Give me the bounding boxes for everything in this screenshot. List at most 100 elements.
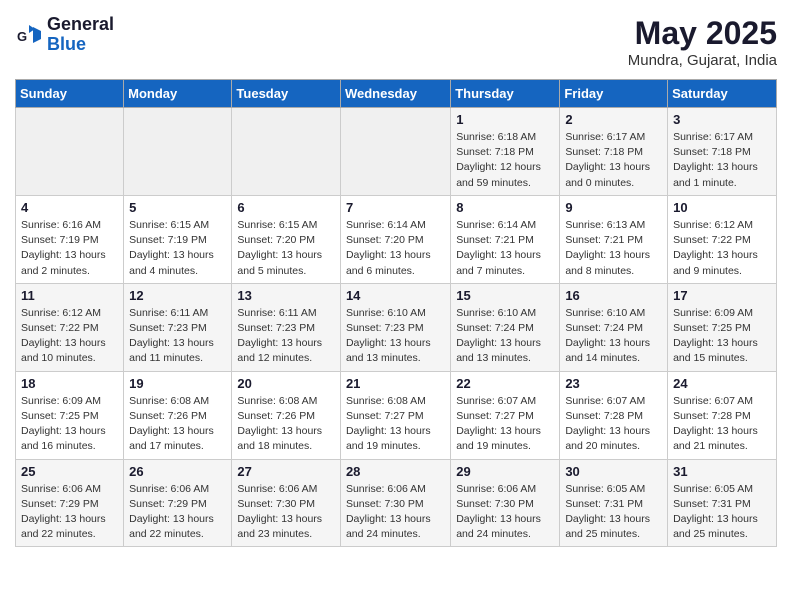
- day-info: Sunrise: 6:08 AMSunset: 7:26 PMDaylight:…: [129, 394, 226, 455]
- calendar-cell: 16 Sunrise: 6:10 AMSunset: 7:24 PMDayligh…: [560, 283, 668, 371]
- day-info: Sunrise: 6:08 AMSunset: 7:26 PMDaylight:…: [237, 394, 335, 455]
- day-info: Sunrise: 6:06 AMSunset: 7:30 PMDaylight:…: [456, 482, 554, 543]
- calendar-cell: 8 Sunrise: 6:14 AMSunset: 7:21 PMDaylight…: [451, 195, 560, 283]
- calendar-cell: 25Sunrise: 6:06 AMSunset: 7:29 PMDayligh…: [16, 459, 124, 547]
- day-info: Sunrise: 6:15 AMSunset: 7:20 PMDaylight:…: [237, 218, 335, 279]
- day-number: 18: [21, 376, 118, 391]
- calendar-cell: 27 Sunrise: 6:06 AMSunset: 7:30 PMDayligh…: [232, 459, 341, 547]
- calendar-cell: 14Sunrise: 6:10 AMSunset: 7:23 PMDayligh…: [340, 283, 450, 371]
- calendar-cell: 11 Sunrise: 6:12 AMSunset: 7:22 PMDayligh…: [16, 283, 124, 371]
- day-number: 31: [673, 464, 771, 479]
- calendar-cell: 12 Sunrise: 6:11 AMSunset: 7:23 PMDayligh…: [124, 283, 232, 371]
- calendar-cell: 26 Sunrise: 6:06 AMSunset: 7:29 PMDayligh…: [124, 459, 232, 547]
- calendar-cell: 22 Sunrise: 6:07 AMSunset: 7:27 PMDayligh…: [451, 371, 560, 459]
- day-number: 8: [456, 200, 554, 215]
- calendar-cell: 31 Sunrise: 6:05 AMSunset: 7:31 PMDayligh…: [668, 459, 777, 547]
- day-info: Sunrise: 6:14 AMSunset: 7:20 PMDaylight:…: [346, 218, 445, 279]
- day-info: Sunrise: 6:09 AMSunset: 7:25 PMDaylight:…: [673, 306, 771, 367]
- logo: G General Blue: [15, 15, 114, 55]
- day-info: Sunrise: 6:16 AMSunset: 7:19 PMDaylight:…: [21, 218, 118, 279]
- weekday-header-thursday: Thursday: [451, 80, 560, 108]
- day-number: 26: [129, 464, 226, 479]
- day-number: 22: [456, 376, 554, 391]
- day-info: Sunrise: 6:14 AMSunset: 7:21 PMDaylight:…: [456, 218, 554, 279]
- day-info: Sunrise: 6:15 AMSunset: 7:19 PMDaylight:…: [129, 218, 226, 279]
- day-info: Sunrise: 6:07 AMSunset: 7:27 PMDaylight:…: [456, 394, 554, 455]
- day-info: Sunrise: 6:08 AMSunset: 7:27 PMDaylight:…: [346, 394, 445, 455]
- day-info: Sunrise: 6:05 AMSunset: 7:31 PMDaylight:…: [673, 482, 771, 543]
- day-info: Sunrise: 6:10 AMSunset: 7:24 PMDaylight:…: [565, 306, 662, 367]
- calendar-cell: 30 Sunrise: 6:05 AMSunset: 7:31 PMDayligh…: [560, 459, 668, 547]
- logo-text-blue: Blue: [47, 35, 114, 55]
- calendar-cell: 2 Sunrise: 6:17 AMSunset: 7:18 PMDaylight…: [560, 108, 668, 196]
- day-number: 15: [456, 288, 554, 303]
- calendar-cell: 20Sunrise: 6:08 AMSunset: 7:26 PMDayligh…: [232, 371, 341, 459]
- calendar-cell: 18 Sunrise: 6:09 AMSunset: 7:25 PMDayligh…: [16, 371, 124, 459]
- day-number: 6: [237, 200, 335, 215]
- day-info: Sunrise: 6:07 AMSunset: 7:28 PMDaylight:…: [565, 394, 662, 455]
- calendar-cell: [124, 108, 232, 196]
- day-number: 12: [129, 288, 226, 303]
- day-number: 13: [237, 288, 335, 303]
- calendar-cell: 19Sunrise: 6:08 AMSunset: 7:26 PMDayligh…: [124, 371, 232, 459]
- day-info: Sunrise: 6:07 AMSunset: 7:28 PMDaylight:…: [673, 394, 771, 455]
- day-number: 25: [21, 464, 118, 479]
- day-number: 11: [21, 288, 118, 303]
- calendar-table: SundayMondayTuesdayWednesdayThursdayFrid…: [15, 79, 777, 547]
- day-number: 27: [237, 464, 335, 479]
- day-info: Sunrise: 6:06 AMSunset: 7:29 PMDaylight:…: [129, 482, 226, 543]
- day-number: 21: [346, 376, 445, 391]
- calendar-cell: 21 Sunrise: 6:08 AMSunset: 7:27 PMDayligh…: [340, 371, 450, 459]
- day-info: Sunrise: 6:11 AMSunset: 7:23 PMDaylight:…: [129, 306, 226, 367]
- page-header: G General Blue May 2025 Mundra, Gujarat,…: [15, 15, 777, 69]
- day-number: 16: [565, 288, 662, 303]
- day-info: Sunrise: 6:12 AMSunset: 7:22 PMDaylight:…: [21, 306, 118, 367]
- calendar-cell: 7Sunrise: 6:14 AMSunset: 7:20 PMDaylight…: [340, 195, 450, 283]
- calendar-cell: 17Sunrise: 6:09 AMSunset: 7:25 PMDayligh…: [668, 283, 777, 371]
- weekday-header-monday: Monday: [124, 80, 232, 108]
- month-title: May 2025: [628, 15, 777, 52]
- day-number: 5: [129, 200, 226, 215]
- day-number: 10: [673, 200, 771, 215]
- day-info: Sunrise: 6:06 AMSunset: 7:30 PMDaylight:…: [237, 482, 335, 543]
- calendar-cell: 10 Sunrise: 6:12 AMSunset: 7:22 PMDayligh…: [668, 195, 777, 283]
- day-number: 30: [565, 464, 662, 479]
- calendar-cell: 24 Sunrise: 6:07 AMSunset: 7:28 PMDayligh…: [668, 371, 777, 459]
- title-block: May 2025 Mundra, Gujarat, India: [628, 15, 777, 69]
- calendar-cell: 23 Sunrise: 6:07 AMSunset: 7:28 PMDayligh…: [560, 371, 668, 459]
- calendar-cell: 4 Sunrise: 6:16 AMSunset: 7:19 PMDaylight…: [16, 195, 124, 283]
- logo-text-general: General: [47, 15, 114, 35]
- day-info: Sunrise: 6:17 AMSunset: 7:18 PMDaylight:…: [673, 130, 771, 191]
- weekday-header-saturday: Saturday: [668, 80, 777, 108]
- day-number: 4: [21, 200, 118, 215]
- calendar-cell: 28Sunrise: 6:06 AMSunset: 7:30 PMDayligh…: [340, 459, 450, 547]
- day-number: 3: [673, 112, 771, 127]
- calendar-week-1: 4 Sunrise: 6:16 AMSunset: 7:19 PMDaylight…: [16, 195, 777, 283]
- day-info: Sunrise: 6:09 AMSunset: 7:25 PMDaylight:…: [21, 394, 118, 455]
- calendar-cell: 1 Sunrise: 6:18 AMSunset: 7:18 PMDaylight…: [451, 108, 560, 196]
- weekday-header-wednesday: Wednesday: [340, 80, 450, 108]
- day-number: 2: [565, 112, 662, 127]
- day-number: 1: [456, 112, 554, 127]
- day-number: 14: [346, 288, 445, 303]
- day-number: 24: [673, 376, 771, 391]
- calendar-cell: [16, 108, 124, 196]
- svg-text:G: G: [17, 29, 27, 44]
- calendar-week-2: 11 Sunrise: 6:12 AMSunset: 7:22 PMDayligh…: [16, 283, 777, 371]
- day-number: 28: [346, 464, 445, 479]
- day-number: 9: [565, 200, 662, 215]
- logo-icon: G: [15, 21, 43, 49]
- day-number: 23: [565, 376, 662, 391]
- calendar-cell: [232, 108, 341, 196]
- calendar-week-3: 18 Sunrise: 6:09 AMSunset: 7:25 PMDayligh…: [16, 371, 777, 459]
- calendar-cell: 6 Sunrise: 6:15 AMSunset: 7:20 PMDaylight…: [232, 195, 341, 283]
- day-info: Sunrise: 6:05 AMSunset: 7:31 PMDaylight:…: [565, 482, 662, 543]
- calendar-cell: 9Sunrise: 6:13 AMSunset: 7:21 PMDaylight…: [560, 195, 668, 283]
- calendar-week-0: 1 Sunrise: 6:18 AMSunset: 7:18 PMDaylight…: [16, 108, 777, 196]
- calendar-cell: 5 Sunrise: 6:15 AMSunset: 7:19 PMDaylight…: [124, 195, 232, 283]
- day-info: Sunrise: 6:17 AMSunset: 7:18 PMDaylight:…: [565, 130, 662, 191]
- day-info: Sunrise: 6:12 AMSunset: 7:22 PMDaylight:…: [673, 218, 771, 279]
- day-info: Sunrise: 6:18 AMSunset: 7:18 PMDaylight:…: [456, 130, 554, 191]
- calendar-cell: [340, 108, 450, 196]
- day-info: Sunrise: 6:10 AMSunset: 7:24 PMDaylight:…: [456, 306, 554, 367]
